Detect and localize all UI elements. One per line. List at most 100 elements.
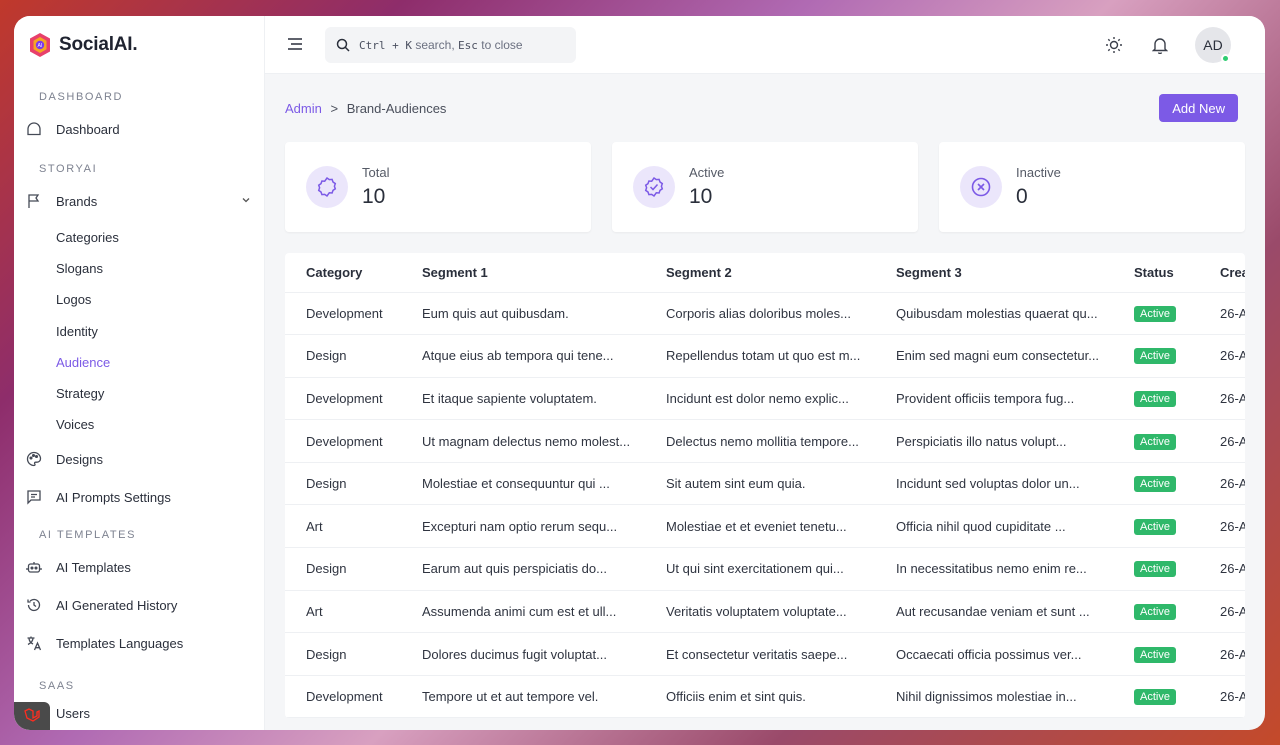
status-cell: Active — [1113, 462, 1199, 506]
bell-icon[interactable] — [1149, 34, 1171, 56]
sidebar-item-ai-generated-history[interactable]: AI Generated History — [14, 586, 264, 624]
column-header-created[interactable]: Crea — [1199, 253, 1245, 293]
segment-3-cell: In necessitatibus nemo enim re... — [875, 547, 1113, 591]
created-cell: 26-A — [1199, 462, 1245, 506]
brands-submenu: Categories Slogans Logos Identity Audien… — [14, 220, 264, 440]
status-cell: Active — [1113, 504, 1199, 549]
search-hint-text: to close — [481, 38, 523, 52]
table-row[interactable]: Development Ut magnam delectus nemo moles… — [285, 419, 1245, 463]
breadcrumb-admin-link[interactable]: Admin — [285, 101, 322, 116]
segment-2-cell: Delectus nemo mollitia tempore... — [645, 419, 875, 463]
breadcrumb-current: Brand-Audiences — [346, 100, 447, 116]
category-cell: Design — [285, 462, 401, 506]
laravel-logo-icon — [14, 702, 50, 730]
table-body: Development Eum quis aut quibusdam. Corpor… — [285, 292, 1245, 719]
created-cell: 26-A — [1199, 590, 1245, 634]
table-row[interactable]: Development Eum quis aut quibusdam. Corpor… — [285, 292, 1245, 336]
status-badge: Active — [1134, 646, 1176, 663]
badge-check-icon — [633, 166, 675, 208]
stat-value: 10 — [362, 185, 386, 208]
status-cell: Active — [1113, 419, 1199, 463]
stat-value: 10 — [689, 185, 713, 208]
circle-x-icon — [960, 166, 1002, 208]
stat-label: Inactive — [1016, 165, 1061, 180]
search-input[interactable]: Ctrl + K search, Esc to close — [325, 27, 576, 63]
table-row[interactable]: Art Assumenda animi cum est et ull... Veri… — [285, 590, 1245, 634]
menu-icon[interactable] — [287, 37, 303, 51]
table-row[interactable]: Design Molestiae et consequuntur qui ... S… — [285, 462, 1245, 506]
column-header-category[interactable]: Category — [285, 253, 401, 293]
sun-icon[interactable] — [1103, 34, 1125, 56]
created-cell: 26-A — [1199, 504, 1245, 549]
search-icon — [336, 38, 350, 52]
sidebar-item-ai-prompts-settings[interactable]: AI Prompts Settings — [14, 478, 264, 516]
sidebar-subitem-categories[interactable]: Categories — [14, 222, 264, 253]
segment-1-cell: Tempore ut et aut tempore vel. — [401, 675, 645, 719]
column-header-segment-2[interactable]: Segment 2 — [645, 253, 875, 293]
section-title-ai-templates: AI TEMPLATES — [39, 529, 137, 542]
segment-2-cell: Incidunt est dolor nemo explic... — [645, 377, 875, 421]
sidebar-item-templates-languages[interactable]: Templates Languages — [14, 624, 264, 662]
stat-card-inactive: Inactive 0 — [939, 142, 1245, 232]
table-row[interactable]: Art Excepturi nam optio rerum sequ... Mole… — [285, 504, 1245, 549]
sidebar-item-brands[interactable]: Brands — [14, 182, 264, 220]
sidebar-subitem-audience[interactable]: Audience — [14, 347, 264, 378]
status-cell: Active — [1113, 632, 1199, 676]
created-cell: 26-A — [1199, 292, 1245, 336]
category-cell: Development — [285, 419, 401, 463]
column-header-segment-3[interactable]: Segment 3 — [875, 253, 1113, 293]
robot-icon — [25, 558, 43, 576]
sidebar-subitem-identity[interactable]: Identity — [14, 316, 264, 347]
app-window: AI SocialAI. DASHBOARD Dashboard STORYAI… — [14, 16, 1265, 730]
sidebar-item-label: AI Generated History — [56, 597, 178, 613]
status-cell: Active — [1113, 292, 1199, 336]
sidebar-item-dashboard[interactable]: Dashboard — [14, 110, 264, 148]
sidebar-item-ai-templates[interactable]: AI Templates — [14, 548, 264, 586]
sidebar-subitem-logos[interactable]: Logos — [14, 284, 264, 315]
history-icon — [25, 596, 43, 614]
table-row[interactable]: Design Atque eius ab tempora qui tene... R… — [285, 334, 1245, 378]
sidebar-item-label: Templates Languages — [56, 635, 184, 651]
status-cell: Active — [1113, 377, 1199, 421]
sidebar-item-users[interactable]: Users — [14, 699, 264, 727]
category-cell: Design — [285, 547, 401, 591]
svg-text:AI: AI — [38, 43, 43, 49]
page-content: Admin > Brand-Audiences Add New Total 10 — [265, 74, 1265, 719]
segment-1-cell: Eum quis aut quibusdam. — [401, 292, 645, 336]
status-cell: Active — [1113, 590, 1199, 634]
sidebar-item-label: AI Prompts Settings — [56, 489, 171, 505]
status-badge: Active — [1134, 518, 1176, 535]
online-status-indicator — [1221, 54, 1230, 63]
column-header-status[interactable]: Status — [1113, 253, 1199, 293]
badge-icon — [306, 166, 348, 208]
brand[interactable]: AI SocialAI. — [14, 16, 264, 74]
audiences-table-container: Category Segment 1 Segment 2 Segment 3 S… — [285, 253, 1245, 719]
breadcrumb: Admin > Brand-Audiences — [285, 101, 446, 116]
table-row[interactable]: Development Et itaque sapiente voluptatem… — [285, 377, 1245, 421]
category-cell: Design — [285, 334, 401, 378]
status-cell: Active — [1113, 675, 1199, 719]
segment-1-cell: Atque eius ab tempora qui tene... — [401, 334, 645, 378]
table-row[interactable]: Design Earum aut quis perspiciatis do... U… — [285, 547, 1245, 591]
segment-3-cell: Quibusdam molestias quaerat qu... — [875, 292, 1113, 336]
category-cell: Development — [285, 377, 401, 421]
sidebar-item-label: AI Templates — [56, 559, 131, 575]
language-icon — [25, 634, 43, 652]
table-row[interactable]: Design Dolores ducimus fugit voluptat... E… — [285, 632, 1245, 676]
sidebar-subitem-voices[interactable]: Voices — [14, 409, 264, 440]
sidebar-item-designs[interactable]: Designs — [14, 440, 264, 478]
shortcut-key-ctrl-k: Ctrl + K — [359, 39, 412, 52]
search-placeholder: Ctrl + K search, Esc to close — [359, 38, 523, 52]
sidebar-subitem-strategy[interactable]: Strategy — [14, 378, 264, 409]
main-area: Ctrl + K search, Esc to close AD Admin >… — [265, 16, 1265, 730]
section-title-dashboard: DASHBOARD — [39, 91, 124, 103]
segment-2-cell: Veritatis voluptatem voluptate... — [645, 590, 875, 634]
add-new-button[interactable]: Add New — [1159, 94, 1238, 122]
avatar[interactable]: AD — [1195, 27, 1231, 63]
column-header-segment-1[interactable]: Segment 1 — [401, 253, 645, 293]
status-badge: Active — [1134, 689, 1176, 706]
table-row[interactable]: Development Tempore ut et aut tempore vel… — [285, 675, 1245, 719]
section-title-storyai: STORYAI — [39, 163, 98, 175]
sidebar-subitem-slogans[interactable]: Slogans — [14, 253, 264, 284]
segment-2-cell: Repellendus totam ut quo est m... — [645, 334, 875, 378]
